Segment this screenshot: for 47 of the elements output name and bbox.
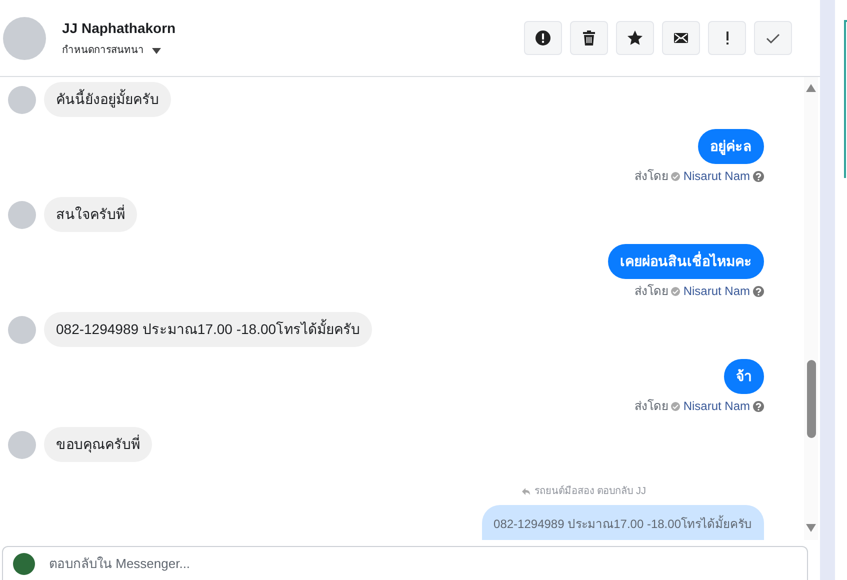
help-icon[interactable]	[753, 400, 764, 412]
check-badge-icon	[671, 172, 680, 180]
reply-label: รถยนต์มือสอง ตอบกลับ JJ	[534, 484, 646, 499]
sender-avatar	[8, 430, 36, 458]
exclamation-icon	[726, 31, 728, 45]
message-bubble: 082-1294989 ประมาณ17.00 -18.00โทรได้มั้ยครับ	[44, 312, 372, 347]
message-bubble: สนใจครับพี่	[44, 197, 137, 232]
mail-button[interactable]	[662, 21, 700, 55]
sender-name[interactable]: Nisarut Nam	[683, 282, 750, 300]
star-icon	[627, 30, 643, 46]
mail-icon	[673, 30, 689, 46]
caret-icon[interactable]	[152, 48, 161, 54]
sender-avatar	[8, 316, 36, 344]
reply-field[interactable]: ตอบกลับใน Messenger...	[47, 552, 797, 574]
scrollbar-thumb[interactable]	[806, 360, 816, 438]
message-bubble: คันนี้ยังอยู่มั้ยครับ	[44, 82, 171, 117]
trash-icon	[581, 30, 597, 46]
star-button[interactable]	[616, 21, 654, 55]
sent-by-label: ส่งโดย	[634, 283, 668, 300]
page-avatar	[13, 552, 35, 574]
check-button[interactable]	[754, 21, 792, 55]
alert-button[interactable]	[524, 21, 562, 55]
message-bubble: จ้า	[724, 359, 764, 394]
scroll-up-icon[interactable]	[806, 84, 816, 92]
conversation-status-label: กำหนดการสนทนา	[62, 44, 144, 58]
check-badge-icon	[671, 402, 680, 410]
help-icon[interactable]	[753, 170, 764, 182]
sender-avatar	[8, 86, 36, 114]
profile-avatar	[3, 16, 46, 60]
sender-avatar	[8, 200, 36, 228]
scroll-down-icon[interactable]	[806, 524, 816, 532]
sent-by-label: ส่งโดย	[634, 398, 668, 415]
contact-name: JJ Naphathakorn	[62, 19, 177, 38]
sender-name[interactable]: Nisarut Nam	[683, 167, 750, 185]
message-bubble: ขอบคุณครับพี่	[44, 427, 152, 462]
message-bubble: อยู่ค่ะล	[698, 129, 764, 164]
quoted-message: 082-1294989 ประมาณ17.00 -18.00โทรได้มั้ยครับ	[482, 505, 764, 540]
composer-field[interactable]: ตอบกลับใน Messenger...	[2, 546, 808, 580]
alert-icon	[535, 30, 551, 46]
scrollbar[interactable]	[804, 77, 818, 540]
reply-arrow-icon	[522, 488, 530, 495]
trash-button[interactable]	[570, 21, 608, 55]
sender-name[interactable]: Nisarut Nam	[683, 397, 750, 415]
check-badge-icon	[671, 286, 680, 296]
help-icon[interactable]	[753, 286, 764, 296]
message-bubble: เคยผ่อนสินเชื่อไหมคะ	[608, 244, 764, 279]
sent-by-label: ส่งโดย	[634, 168, 668, 185]
